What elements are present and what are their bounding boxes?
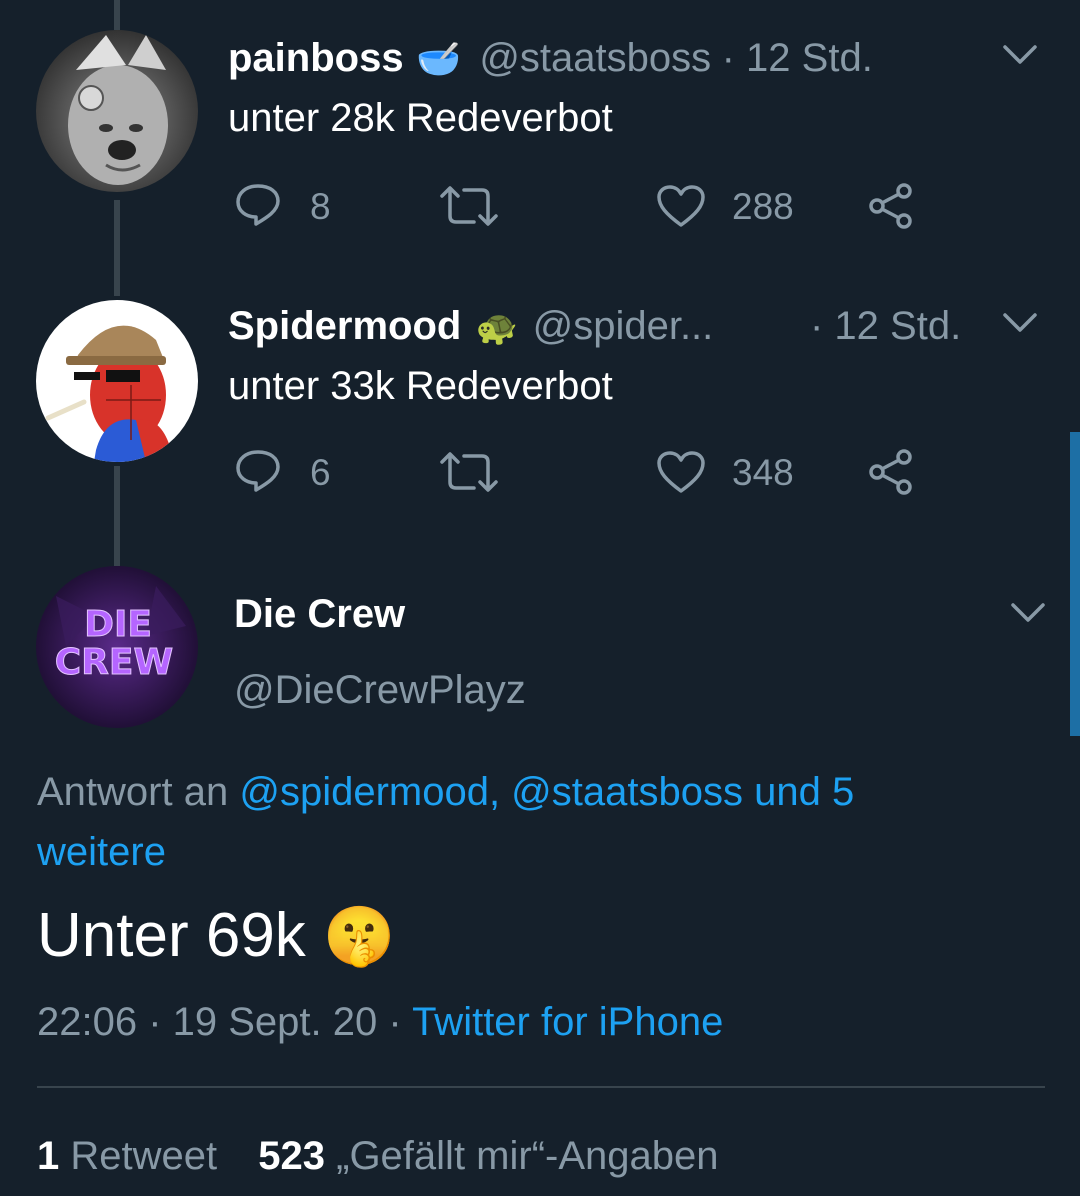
handle[interactable]: @DieCrewPlayz bbox=[234, 668, 526, 713]
chevron-down-icon[interactable] bbox=[1010, 602, 1046, 629]
shushing-face-emoji: 🤫 bbox=[323, 904, 396, 969]
chevron-down-icon[interactable] bbox=[1002, 312, 1038, 339]
share-icon[interactable] bbox=[866, 448, 916, 496]
retweets-stat[interactable]: 1 Retweet bbox=[37, 1134, 228, 1178]
reply-count: 6 bbox=[310, 452, 331, 493]
like-count: 348 bbox=[732, 452, 794, 493]
heart-icon[interactable] bbox=[656, 450, 706, 494]
bowl-emoji: 🥣 bbox=[416, 38, 461, 79]
share-icon[interactable] bbox=[866, 182, 916, 230]
avatar-painboss[interactable] bbox=[36, 30, 198, 192]
tweet-header: painboss 🥣 @staatsboss · 12 Std. bbox=[228, 36, 873, 81]
logo-text-crew: CREW bbox=[55, 642, 173, 683]
reply-icon[interactable] bbox=[234, 182, 282, 228]
source-link[interactable]: Twitter for iPhone bbox=[412, 1000, 723, 1044]
thread-line-2 bbox=[114, 466, 120, 566]
retweet-total: 1 bbox=[37, 1134, 60, 1178]
thread-line-top bbox=[114, 0, 120, 30]
tweet-time: · 12 Std. bbox=[810, 304, 962, 348]
heart-icon[interactable] bbox=[656, 184, 706, 228]
turtle-emoji: 🐢 bbox=[475, 309, 519, 347]
tweet-text: unter 28k Redeverbot bbox=[228, 96, 613, 140]
logo-text-die: DIE bbox=[84, 604, 152, 645]
handle[interactable]: @spider... bbox=[533, 304, 714, 348]
main-tweet-text: Unter 69k bbox=[37, 901, 306, 970]
reply-icon[interactable] bbox=[234, 448, 282, 494]
engagement-stats: 1 Retweet 523 „Gefällt mir“-Angaben bbox=[37, 1134, 719, 1179]
reply-context: Antwort an @spidermood, @staatsboss und … bbox=[37, 770, 854, 815]
retweet-icon[interactable] bbox=[440, 450, 498, 494]
avatar-spidermood[interactable] bbox=[36, 300, 198, 462]
handle[interactable]: @staatsboss bbox=[479, 36, 711, 80]
divider bbox=[37, 1086, 1045, 1088]
tweet-time: · 12 Std. bbox=[721, 36, 873, 80]
reply-prefix: Antwort an bbox=[37, 770, 229, 814]
main-tweet-text-row: Unter 69k 🤫 bbox=[37, 900, 395, 971]
timestamp-row: 22:06 · 19 Sept. 20 · Twitter for iPhone bbox=[37, 1000, 723, 1045]
likes-stat[interactable]: 523 „Gefällt mir“-Angaben bbox=[258, 1134, 718, 1178]
display-name[interactable]: Spidermood bbox=[228, 304, 461, 348]
retweet-icon[interactable] bbox=[440, 184, 498, 228]
display-name[interactable]: painboss bbox=[228, 36, 404, 80]
avatar-diecrew[interactable]: DIE CREW bbox=[36, 566, 198, 728]
chevron-down-icon[interactable] bbox=[1002, 44, 1038, 71]
tweet-header: Spidermood 🐢 @spider... bbox=[228, 304, 713, 349]
like-total: 523 bbox=[258, 1134, 325, 1178]
timestamp[interactable]: 22:06 · 19 Sept. 20 · bbox=[37, 1000, 402, 1044]
like-count: 288 bbox=[732, 186, 794, 227]
display-name[interactable]: Die Crew bbox=[234, 592, 405, 637]
tweet-text: unter 33k Redeverbot bbox=[228, 364, 613, 408]
like-label: „Gefällt mir“-Angaben bbox=[336, 1134, 719, 1178]
reply-mentions-link[interactable]: @spidermood, @staatsboss und 5 bbox=[239, 770, 854, 814]
reply-count: 8 bbox=[310, 186, 331, 227]
scrollbar[interactable] bbox=[1070, 432, 1080, 736]
reply-more-link[interactable]: weitere bbox=[37, 830, 166, 875]
retweet-label: Retweet bbox=[70, 1134, 218, 1178]
thread-line-1 bbox=[114, 200, 120, 296]
